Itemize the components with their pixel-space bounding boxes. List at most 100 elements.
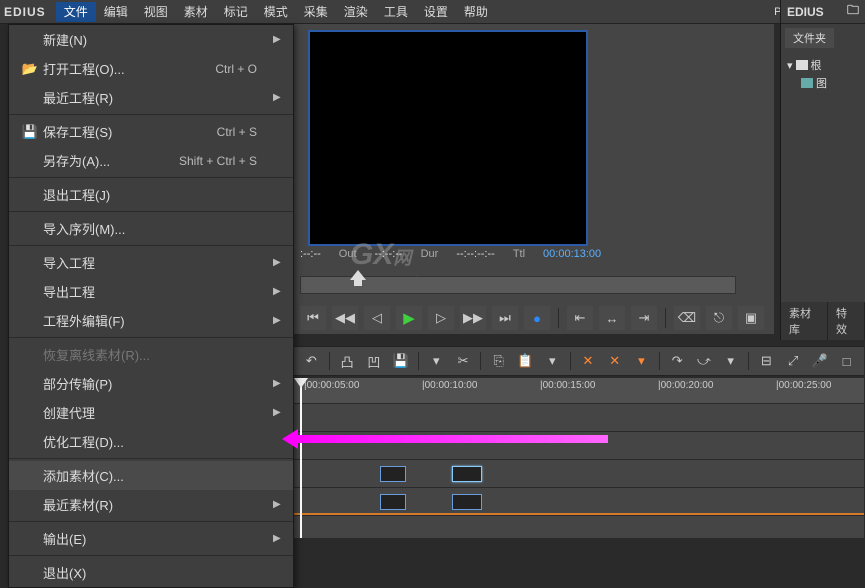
menu-2[interactable]: 视图 xyxy=(136,2,176,22)
menu-item-label: 保存工程(S) xyxy=(43,122,217,141)
menu-1[interactable]: 编辑 xyxy=(96,2,136,22)
menu-item-打开工程(O)...[interactable]: 📂打开工程(O)...Ctrl + O xyxy=(9,54,293,83)
transport-btn-12[interactable]: ⎋ xyxy=(706,306,732,330)
tab-effects[interactable]: 特效 xyxy=(828,302,865,340)
toolbar-btn-15[interactable]: ⊟ xyxy=(755,350,778,372)
menu-4[interactable]: 标记 xyxy=(216,2,256,22)
toolbar-btn-12[interactable]: ↷ xyxy=(666,350,689,372)
tree-root[interactable]: ▾根 xyxy=(787,56,859,74)
menu-item-创建代理[interactable]: 创建代理▶ xyxy=(9,398,293,427)
toolbar-btn-0[interactable]: ↶ xyxy=(300,350,323,372)
transport-btn-8[interactable]: ⇤ xyxy=(567,306,593,330)
menu-item-恢复离线素材(R)...: 恢复离线素材(R)... xyxy=(9,340,293,369)
toolbar-btn-13[interactable]: ⤻ xyxy=(693,350,716,372)
transport-btn-3[interactable]: ▶ xyxy=(396,306,422,330)
timeline-clip[interactable] xyxy=(380,494,406,510)
save-icon: 💾 xyxy=(17,124,43,140)
tab-library[interactable]: 素材库 xyxy=(781,302,828,340)
timeline-clip[interactable] xyxy=(452,494,482,510)
menu-item-label: 导入序列(M)... xyxy=(43,219,257,238)
menu-10[interactable]: 帮助 xyxy=(456,2,496,22)
menu-item-label: 工程外编辑(F) xyxy=(43,311,257,330)
toolbar-btn-17[interactable]: 🎤 xyxy=(808,350,831,372)
timeline-panel: |00:00:05:00|00:00:10:00|00:00:15:00|00:… xyxy=(294,378,864,538)
timeline-track-spacer xyxy=(294,404,864,432)
folder-tab[interactable]: 文件夹 xyxy=(785,28,834,48)
menu-item-另存为(A)...[interactable]: 另存为(A)...Shift + Ctrl + S xyxy=(9,146,293,175)
toolbar-btn-9[interactable]: ✕ xyxy=(577,350,600,372)
timeline-toolbar: ↶凸凹💾▾✂⎘📋▾✕✕▾↷⤻▾⊟⤢🎤□ xyxy=(294,346,864,376)
transport-btn-0[interactable]: ⏮ xyxy=(300,306,326,330)
transport-btn-4[interactable]: ▷ xyxy=(428,306,454,330)
menu-item-工程外编辑(F)[interactable]: 工程外编辑(F) ▶ xyxy=(9,306,293,335)
toolbar-btn-18[interactable]: □ xyxy=(835,350,858,372)
menu-item-输出(E)[interactable]: 输出(E)▶ xyxy=(9,524,293,553)
menu-item-最近素材(R)[interactable]: 最近素材(R)▶ xyxy=(9,490,293,519)
transport-btn-13[interactable]: ▣ xyxy=(738,306,764,330)
submenu-arrow-icon: ▶ xyxy=(273,286,285,297)
menu-item-最近工程(R)[interactable]: 最近工程(R)▶ xyxy=(9,83,293,112)
menu-shortcut: Ctrl + S xyxy=(217,125,257,139)
transport-btn-1[interactable]: ◀◀ xyxy=(332,306,358,330)
menu-separator xyxy=(9,211,293,212)
transport-btn-6[interactable]: ⏭ xyxy=(492,306,518,330)
timeline-track-a1[interactable] xyxy=(294,488,864,516)
toolbar-btn-2[interactable]: 凹 xyxy=(362,350,385,372)
toolbar-btn-3[interactable]: 💾 xyxy=(389,350,412,372)
menu-separator xyxy=(9,555,293,556)
menu-item-导入工程[interactable]: 导入工程▶ xyxy=(9,248,293,277)
toolbar-btn-1[interactable]: 凸 xyxy=(336,350,359,372)
transport-btn-5[interactable]: ▶▶ xyxy=(460,306,486,330)
playhead[interactable] xyxy=(300,378,302,538)
toolbar-separator xyxy=(570,352,571,370)
toolbar-btn-5[interactable]: ✂ xyxy=(452,350,475,372)
menu-3[interactable]: 素材 xyxy=(176,2,216,22)
menu-item-导出工程[interactable]: 导出工程▶ xyxy=(9,277,293,306)
menu-8[interactable]: 工具 xyxy=(376,2,416,22)
toolbar-separator xyxy=(418,352,419,370)
toolbar-btn-16[interactable]: ⤢ xyxy=(782,350,805,372)
transport-btn-7[interactable]: ● xyxy=(524,306,550,330)
toolbar-btn-8[interactable]: ▾ xyxy=(541,350,564,372)
menu-6[interactable]: 采集 xyxy=(296,2,336,22)
ruler-tick: |00:00:10:00 xyxy=(422,380,477,391)
toolbar-btn-4[interactable]: ▾ xyxy=(425,350,448,372)
menu-7[interactable]: 渲染 xyxy=(336,2,376,22)
toolbar-btn-14[interactable]: ▾ xyxy=(719,350,742,372)
scrub-handle[interactable] xyxy=(350,270,366,286)
menu-0[interactable]: 文件 xyxy=(56,2,96,22)
menu-item-label: 导入工程 xyxy=(43,253,257,272)
ruler-tick: |00:00:20:00 xyxy=(658,380,713,391)
transport-divider xyxy=(558,308,559,328)
menu-9[interactable]: 设置 xyxy=(416,2,456,22)
toolbar-btn-10[interactable]: ✕ xyxy=(603,350,626,372)
menu-item-label: 添加素材(C)... xyxy=(43,466,257,485)
timeline-track-v1[interactable] xyxy=(294,460,864,488)
transport-btn-10[interactable]: ⇥ xyxy=(631,306,657,330)
menu-separator xyxy=(9,458,293,459)
timeline-clip[interactable] xyxy=(452,466,482,482)
submenu-arrow-icon: ▶ xyxy=(273,315,285,326)
transport-btn-9[interactable]: ↔ xyxy=(599,306,625,330)
video-preview[interactable] xyxy=(308,30,588,246)
menu-item-退出工程(J)[interactable]: 退出工程(J) xyxy=(9,180,293,209)
toolbar-btn-11[interactable]: ▾ xyxy=(630,350,653,372)
toolbar-btn-6[interactable]: ⎘ xyxy=(487,350,510,372)
timeline-clip[interactable] xyxy=(380,466,406,482)
menu-item-退出(X)[interactable]: 退出(X) xyxy=(9,558,293,587)
menu-item-导入序列(M)...[interactable]: 导入序列(M)... xyxy=(9,214,293,243)
transport-btn-2[interactable]: ◁ xyxy=(364,306,390,330)
tree-child[interactable]: 图 xyxy=(787,74,859,92)
menu-item-label: 退出(X) xyxy=(43,563,257,582)
transport-btn-11[interactable]: ⌫ xyxy=(674,306,700,330)
menu-item-部分传输(P)[interactable]: 部分传输(P)▶ xyxy=(9,369,293,398)
menu-item-添加素材(C)...[interactable]: 添加素材(C)... xyxy=(9,461,293,490)
menu-item-新建(N)[interactable]: 新建(N)▶ xyxy=(9,25,293,54)
menu-item-优化工程(D)...[interactable]: 优化工程(D)... xyxy=(9,427,293,456)
toolbar-btn-7[interactable]: 📋 xyxy=(514,350,537,372)
menu-5[interactable]: 模式 xyxy=(256,2,296,22)
menu-item-保存工程(S)[interactable]: 💾保存工程(S)Ctrl + S xyxy=(9,117,293,146)
timeline-ruler[interactable]: |00:00:05:00|00:00:10:00|00:00:15:00|00:… xyxy=(294,378,864,404)
app-logo: EDIUS xyxy=(4,5,46,19)
folder-icon[interactable]: 🗀 xyxy=(847,1,859,22)
